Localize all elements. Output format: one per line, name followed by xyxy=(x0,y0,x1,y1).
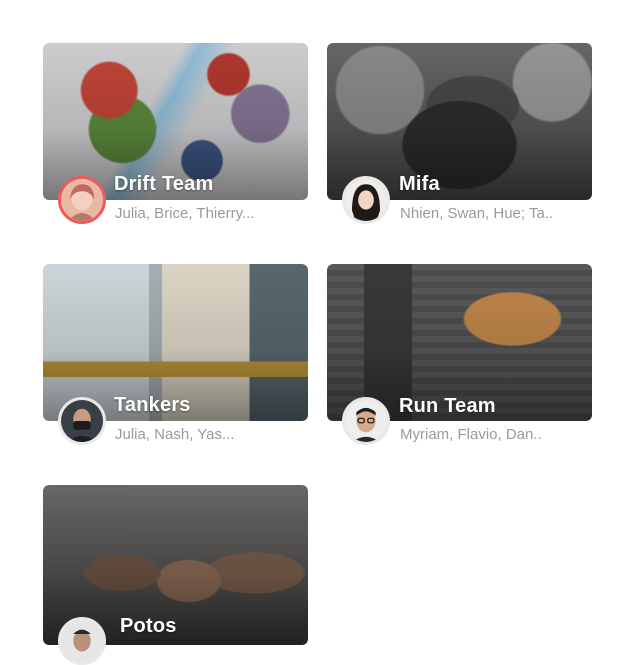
group-title: Potos xyxy=(120,615,177,637)
avatar-masked-man-icon xyxy=(61,400,103,442)
avatar-woman-icon xyxy=(345,179,387,221)
avatar-woman-icon xyxy=(61,179,103,221)
group-members: Julia, Brice, Thierry... xyxy=(115,205,255,222)
group-title: Drift Team xyxy=(114,173,214,195)
avatar[interactable] xyxy=(58,176,106,224)
group-title: Tankers xyxy=(114,394,191,416)
group-members: Nhien, Swan, Hue; Ta.. xyxy=(400,205,554,222)
avatar[interactable] xyxy=(342,397,390,445)
avatar[interactable] xyxy=(58,617,106,665)
avatar-man-glasses-icon xyxy=(345,400,387,442)
group-title: Run Team xyxy=(399,395,496,417)
group-title: Mifa xyxy=(399,173,440,195)
group-members: Myriam, Flavio, Dan.. xyxy=(400,426,542,443)
avatar[interactable] xyxy=(58,397,106,445)
avatar-man-icon xyxy=(61,620,103,662)
avatar[interactable] xyxy=(342,176,390,224)
group-grid: Drift Team Mifa Tankers Run Team Potos J… xyxy=(0,0,640,665)
group-members: Julia, Nash, Yas... xyxy=(115,426,235,443)
